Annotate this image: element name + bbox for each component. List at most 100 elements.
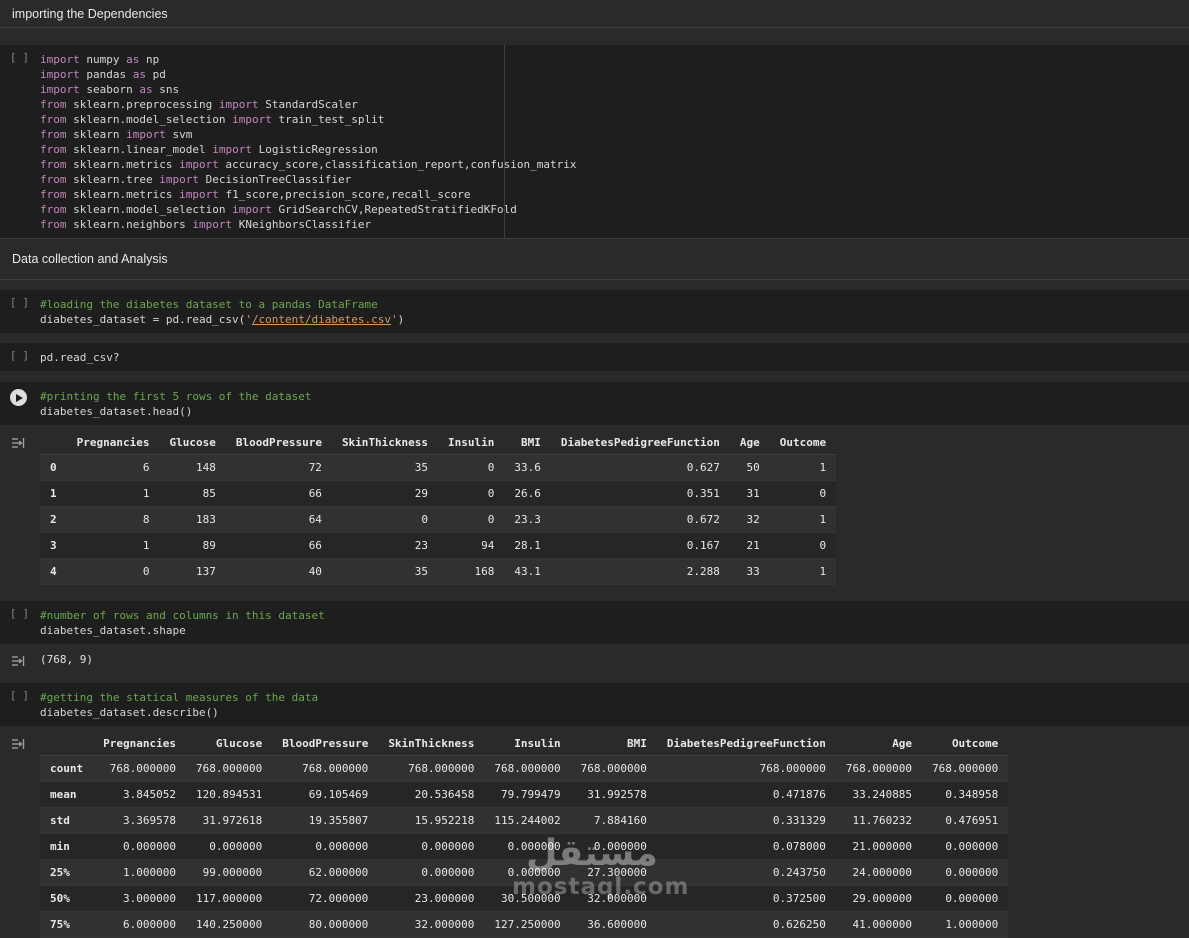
table-cell: 3.000000 [93,885,186,912]
cell-prompt[interactable]: [ ] [10,297,29,309]
table-cell: 183 [159,506,226,533]
table-cell: 0.348958 [922,781,1009,808]
table-cell: 31.972618 [185,807,273,834]
code-editor-head[interactable]: #printing the first 5 rows of the datase… [40,382,1189,425]
code-line: pd.read_csv? [40,351,120,364]
table-cell: mean [40,781,94,808]
table-cell: 43.1 [504,558,551,585]
table-cell: 115.244002 [484,807,571,834]
column-header: SkinThickness [378,732,485,756]
table-cell: 3 [40,532,67,559]
table-row: 50% 3.000000 117.000000 72.000000 23.000000 3… [40,885,1009,912]
table-cell: 120.894531 [185,781,273,808]
table-cell: 117.000000 [185,885,273,912]
column-header: Glucose [185,732,273,756]
table-cell: 0.000000 [484,859,571,886]
column-header [40,431,67,455]
table-cell: 1 [769,558,837,585]
column-header: DiabetesPedigreeFunction [656,732,836,756]
table-row: std 3.369578 31.972618 19.355807 15.952218 11… [40,807,1009,834]
output-icon [0,431,40,585]
table-cell: 32 [729,506,770,533]
table-cell: 2 [40,506,67,533]
table-cell: 0 [40,454,67,481]
table-cell: 23.000000 [378,885,485,912]
column-header: DiabetesPedigreeFunction [550,431,730,455]
output-area-head: Pregnancies Glucose BloodPressure SkinThick… [0,431,1189,585]
code-cell-shape[interactable]: [ ] #number of rows and columns in this … [0,601,1189,644]
code-editor-describe[interactable]: #getting the statical measures of the da… [40,683,1189,726]
table-cell: 26.6 [504,480,551,507]
table-cell: 32.000000 [570,885,657,912]
table-cell: count [40,755,94,782]
code-line: from sklearn.metrics import accuracy_sco… [40,158,577,171]
table-cell: 0.000000 [93,833,186,860]
code-editor-shape[interactable]: #number of rows and columns in this data… [40,601,1189,644]
table-cell: 29 [331,480,439,507]
table-cell: 85 [159,480,226,507]
table-cell: 69.105469 [272,781,379,808]
code-cell-head[interactable]: #printing the first 5 rows of the datase… [0,382,1189,425]
table-cell: 50 [729,454,770,481]
table-row: min 0.000000 0.000000 0.000000 0.000000 0.000… [40,833,1009,860]
markdown-cell-dependencies[interactable]: importing the Dependencies [0,0,1189,28]
table-cell: 35 [331,558,439,585]
head-table: Pregnancies Glucose BloodPressure SkinThick… [40,431,837,585]
table-cell: 3.845052 [93,781,186,808]
shape-output-text: (768, 9) [40,653,93,666]
table-cell: 7.884160 [570,807,657,834]
table-cell: 33.240885 [835,781,923,808]
cell-prompt[interactable]: [ ] [10,52,29,64]
section-heading-dependencies: importing the Dependencies [12,7,168,21]
code-line: from sklearn.preprocessing import Standa… [40,98,358,111]
table-cell: 27.300000 [570,859,657,886]
column-header: Age [729,431,770,455]
output-icon [0,732,40,938]
table-cell: 127.250000 [484,911,571,938]
table-cell: 72.000000 [272,885,379,912]
table-cell: 33.6 [504,454,551,481]
table-cell: 0.627 [550,454,730,481]
table-cell: 768.000000 [93,755,186,782]
code-cell-imports[interactable]: [ ] import numpy as np import pandas as p… [0,45,1189,238]
table-cell: 768.000000 [656,755,836,782]
table-row: 4 0 137 40 35 168 43.1 2.288 33 1 [40,558,837,585]
code-editor-load-csv[interactable]: #loading the diabetes dataset to a panda… [40,290,1189,333]
table-cell: 768.000000 [922,755,1009,782]
table-cell: 0.243750 [656,859,836,886]
table-cell: 768.000000 [185,755,273,782]
table-cell: 19.355807 [272,807,379,834]
code-editor-imports[interactable]: import numpy as np import pandas as pd imp… [40,45,1189,238]
section-heading-data-collection: Data collection and Analysis [12,252,168,266]
output-icon [0,649,40,669]
cell-prompt[interactable]: [ ] [10,690,29,702]
cell-prompt[interactable]: [ ] [10,350,29,362]
table-cell: 99.000000 [185,859,273,886]
table-cell: 8 [66,506,160,533]
column-header: SkinThickness [331,431,439,455]
markdown-cell-data-collection[interactable]: Data collection and Analysis [0,239,1189,279]
table-cell: 0.078000 [656,833,836,860]
code-line: from sklearn.model_selection import Grid… [40,203,517,216]
table-header-row: Pregnancies Glucose BloodPressure SkinThick… [40,732,1009,756]
table-cell: 23 [331,532,439,559]
table-cell: 2.288 [550,558,730,585]
code-line: from sklearn import svm [40,128,193,141]
code-editor-read-csv-help[interactable]: pd.read_csv? [40,343,1189,371]
code-cell-describe[interactable]: [ ] #getting the statical measures of th… [0,683,1189,726]
table-cell: 0.626250 [656,911,836,938]
table-row: 1 1 85 66 29 0 26.6 0.351 31 0 [40,480,837,507]
table-cell: 4 [40,558,67,585]
table-header-row: Pregnancies Glucose BloodPressure SkinThick… [40,431,837,455]
table-row: 2 8 183 64 0 0 23.3 0.672 32 1 [40,506,837,533]
table-cell: 0.331329 [656,807,836,834]
table-cell: 0.000000 [570,833,657,860]
table-cell: 35 [331,454,439,481]
table-cell: 1.000000 [922,911,1009,938]
cell-prompt[interactable]: [ ] [10,608,29,620]
table-cell: 768.000000 [272,755,379,782]
code-cell-load-csv[interactable]: [ ] #loading the diabetes dataset to a p… [0,290,1189,333]
code-line: import numpy as np [40,53,160,66]
code-cell-read-csv-help[interactable]: [ ] pd.read_csv? [0,343,1189,371]
run-button[interactable] [10,389,27,406]
